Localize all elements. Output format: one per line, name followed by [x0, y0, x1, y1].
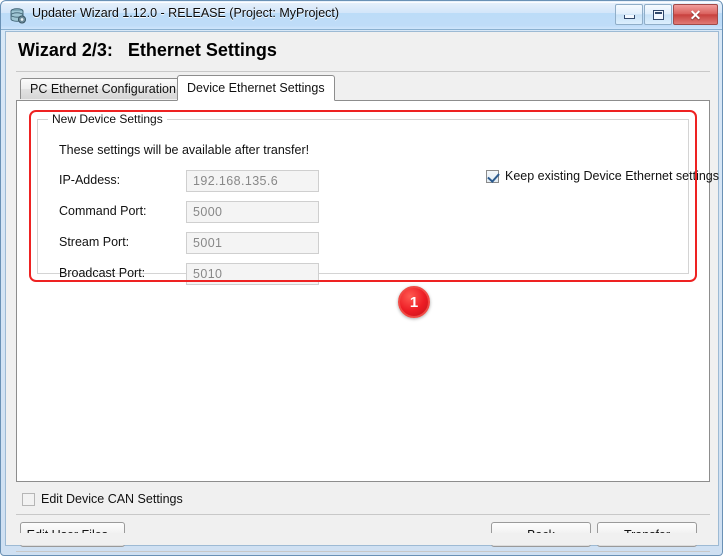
new-device-settings-group: New Device Settings These settings will … — [37, 112, 719, 285]
broadcast-port-input[interactable]: 5010 — [186, 263, 319, 285]
database-gear-icon — [9, 7, 27, 25]
close-icon: ✕ — [689, 6, 702, 23]
title-bar-glow — [2, 2, 721, 3]
application-window: Updater Wizard 1.12.0 - RELEASE (Project… — [0, 0, 723, 556]
tab-panel-device-ethernet-settings: New Device Settings These settings will … — [16, 100, 719, 482]
tab-pc-ethernet-configuration[interactable]: PC Ethernet Configuration — [20, 78, 186, 99]
footer-divider-bottom — [16, 551, 710, 552]
maximize-icon — [652, 9, 664, 20]
minimize-button[interactable] — [615, 4, 643, 25]
broadcast-port-label: Broadcast Port: — [59, 266, 146, 280]
tab-device-ethernet-settings-label: Device Ethernet Settings — [187, 81, 325, 95]
stream-port-input[interactable]: 5001 — [186, 232, 319, 254]
tab-device-ethernet-settings[interactable]: Device Ethernet Settings — [177, 75, 335, 101]
maximize-button[interactable] — [644, 4, 672, 25]
ip-address-input[interactable]: 192.168.135.6 — [186, 170, 319, 192]
ip-address-label: IP-Addess: — [59, 173, 121, 187]
window-controls: ✕ — [615, 4, 718, 26]
transfer-hint-text: These settings will be available after t… — [59, 143, 310, 157]
step-badge-1: 1 — [398, 286, 430, 318]
new-device-settings-group-title: New Device Settings — [48, 112, 167, 126]
close-button[interactable]: ✕ — [673, 4, 718, 25]
title-bar: Updater Wizard 1.12.0 - RELEASE (Project… — [1, 1, 722, 30]
window-title: Updater Wizard 1.12.0 - RELEASE (Project… — [32, 6, 340, 20]
tab-pc-ethernet-configuration-label: PC Ethernet Configuration — [30, 82, 176, 96]
command-port-label: Command Port: — [59, 204, 147, 218]
edit-device-can-settings-checkbox[interactable]: Edit Device CAN Settings — [22, 492, 183, 506]
minimize-icon — [623, 14, 635, 19]
footer-divider-top — [16, 514, 710, 515]
tab-bar: PC Ethernet Configuration Device Etherne… — [16, 75, 710, 101]
checkbox-checked-icon — [486, 169, 499, 183]
keep-existing-settings-label: Keep existing Device Ethernet settings — [505, 169, 720, 183]
title-divider — [16, 71, 710, 72]
page-title: Wizard 2/3: Ethernet Settings — [18, 40, 277, 60]
command-port-input[interactable]: 5000 — [186, 201, 319, 223]
client-area: Wizard 2/3: Ethernet Settings PC Etherne… — [5, 31, 719, 552]
status-strip — [6, 533, 718, 545]
edit-device-can-settings-label: Edit Device CAN Settings — [41, 492, 183, 506]
stream-port-label: Stream Port: — [59, 235, 130, 249]
keep-existing-settings-checkbox[interactable]: Keep existing Device Ethernet settings — [486, 169, 719, 183]
checkbox-unchecked-icon — [22, 492, 35, 506]
